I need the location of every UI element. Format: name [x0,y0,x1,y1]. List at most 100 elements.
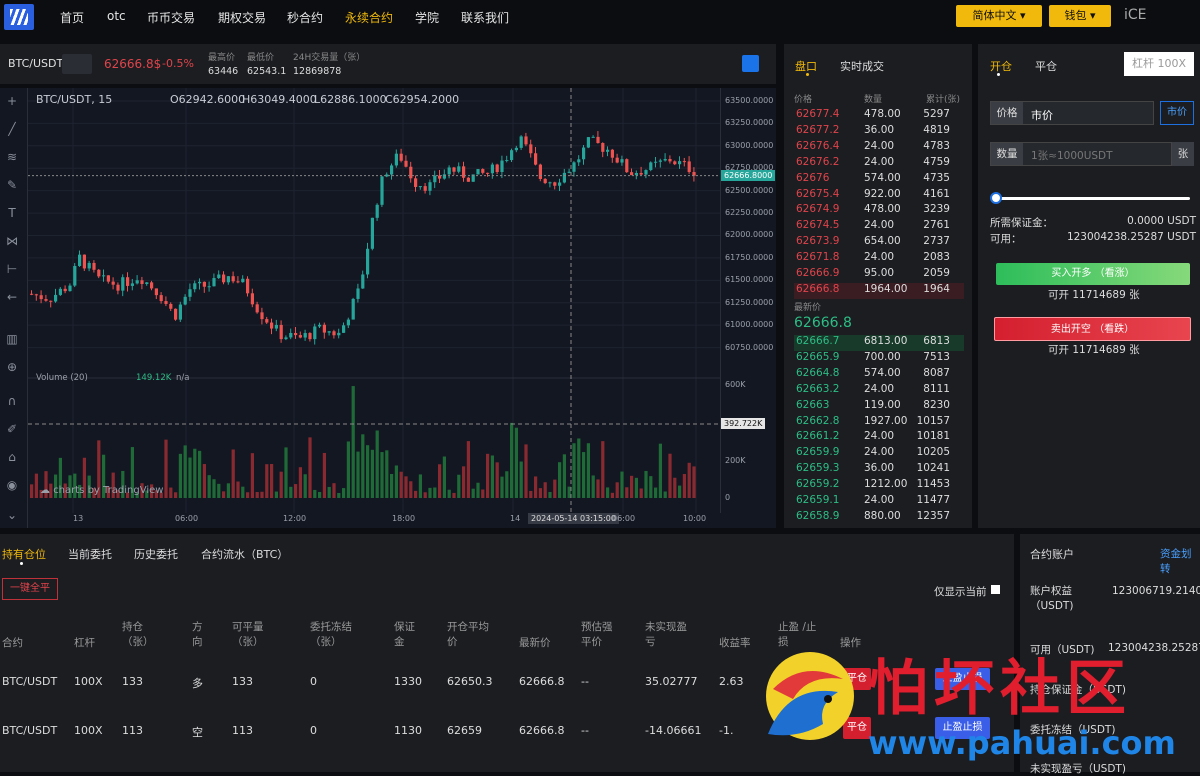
candle-body [255,304,259,313]
logo[interactable] [4,4,34,30]
tp-sl-button[interactable]: 止盈止损 [935,717,990,739]
ruler-icon[interactable]: ▥ [3,332,21,346]
price-chart[interactable]: BTC/USDT, 15 O62942.6000 H63049.4000 L62… [28,88,720,513]
pattern-icon[interactable]: ⋈ [3,234,21,248]
orderbook-row[interactable]: 62673.9 654.00 2737 [784,235,964,251]
tab-positions[interactable]: 持有仓位 [2,546,46,562]
orderbook-row[interactable]: 62674.9 478.00 3239 [784,203,964,219]
close-position-button[interactable]: 平仓 [843,668,871,690]
orderbook-qty: 922.00 [864,187,901,200]
crosshair-icon[interactable]: + [3,94,21,108]
orderbook-row[interactable]: 62666.9 95.00 2059 [784,267,964,283]
orderbook-row[interactable]: 62659.1 24.00 11477 [784,494,964,510]
back-icon[interactable]: ← [3,290,21,304]
positions-cell: 113 [232,724,253,737]
tab-close[interactable]: 平仓 [1035,58,1057,74]
nav-home[interactable]: 首页 [60,9,84,26]
transfer-link[interactable]: 资金划转 [1160,546,1200,576]
candle-body [351,298,355,320]
tab-orderbook[interactable]: 盘口 [795,58,817,74]
eye-icon[interactable]: ◉ [3,478,21,492]
orderbook-row[interactable]: 62674.5 24.00 2761 [784,219,964,235]
orderbook-row[interactable]: 62659.3 36.00 10241 [784,462,964,478]
fullscreen-icon[interactable] [742,55,759,72]
orderbook-row[interactable]: 62663.2 24.00 8111 [784,383,964,399]
orderbook-row[interactable]: 62675.4 922.00 4161 [784,188,964,204]
volume-bar [586,443,590,498]
orderbook-row[interactable]: 62676.2 24.00 4759 [784,156,964,172]
last-price: 62666.8 [794,315,852,331]
brush-icon[interactable]: ✎ [3,178,21,192]
orderbook-row[interactable]: 62676 574.00 4735 [784,172,964,188]
volume-bar [596,479,600,498]
orderbook-row[interactable]: 62659.2 1212.00 11453 [784,478,964,494]
close-position-button[interactable]: 平仓 [843,717,871,739]
orderbook-row[interactable]: 62676.4 24.00 4783 [784,140,964,156]
volume-bar [519,461,523,498]
tab-contract-ledger[interactable]: 合约流水（BTC） [201,546,288,562]
buy-long-button[interactable]: 买入开多 （看涨） [996,263,1190,285]
orderbook-row[interactable]: 62665.9 700.00 7513 [784,351,964,367]
nav-spot[interactable]: 币币交易 [147,9,195,26]
positions-cell: 2.63 [719,675,744,688]
orderbook-price: 62664.8 [796,366,840,379]
nav-perpetual[interactable]: 永续合约 [345,9,393,26]
price-axis[interactable]: 63500.0000 63250.0000 63000.0000 62750.0000… [720,88,776,513]
nav-options[interactable]: 期权交易 [218,9,266,26]
close-all-button[interactable]: 一键全平 [2,578,58,600]
zoom-icon[interactable]: ⊕ [3,360,21,374]
candle-body [246,278,250,294]
time-tick: 14 [510,514,521,523]
text-icon[interactable]: T [3,206,21,220]
tab-open-orders[interactable]: 当前委托 [68,546,112,562]
quantity-slider[interactable] [996,197,1190,200]
quantity-field[interactable]: 数量 1张≈1000USDT [990,142,1172,166]
tab-open[interactable]: 开仓 [990,58,1012,74]
symbol-select-button[interactable] [62,54,92,74]
orderbook-row[interactable]: 62671.8 24.00 2083 [784,251,964,267]
nav-second-contract[interactable]: 秒合约 [287,9,323,26]
trendline-icon[interactable]: ╱ [3,122,21,136]
market-price-button[interactable]: 市价 [1160,101,1194,125]
ticker-symbol[interactable]: BTC/USDT [8,57,63,70]
orderbook-row[interactable]: 62666.7 6813.00 6813 [784,335,964,351]
orderbook-row[interactable]: 62659.9 24.00 10205 [784,446,964,462]
tab-order-history[interactable]: 历史委托 [134,546,178,562]
orderbook-row[interactable]: 62662.8 1927.00 10157 [784,415,964,431]
collapse-icon[interactable]: ⌄ [3,508,21,522]
user-name[interactable]: iCE [1124,7,1147,23]
orderbook-price: 62666.7 [796,335,840,347]
orderbook-row[interactable]: 62658.9 880.00 12357 [784,510,964,526]
orderbook-row[interactable]: 62666.8 1964.00 1964 [784,282,964,299]
candle-body [178,304,182,320]
tp-sl-button[interactable]: 止盈止损 [935,668,990,690]
orderbook-row[interactable]: 62663 119.00 8230 [784,399,964,415]
nav-academy[interactable]: 学院 [415,9,439,26]
language-button[interactable]: 简体中文 ▾ [956,5,1042,27]
time-axis[interactable]: 2024-05-14 03:15:00 13 06:00 12:00 18:00 14 0… [28,513,776,528]
price-tick: 61250.0000 [725,297,774,307]
wallet-button[interactable]: 钱包 ▾ [1049,5,1111,27]
chart-canvas[interactable] [28,88,720,513]
price-field[interactable]: 价格 市价 [990,101,1154,125]
nav-contact[interactable]: 联系我们 [461,9,509,26]
sell-short-button[interactable]: 卖出开空 （看跌） [994,317,1191,341]
orderbook-row[interactable]: 62677.4 478.00 5297 [784,108,964,124]
orderbook-row[interactable]: 62677.2 36.00 4819 [784,124,964,140]
orderbook-row[interactable]: 62664.8 574.00 8087 [784,367,964,383]
leverage-select[interactable]: 杠杆 100X [1124,52,1194,76]
lock-pen-icon[interactable]: ✐ [3,422,21,436]
price-tick: 62500.0000 [725,185,774,195]
nav-otc[interactable]: otc [107,9,126,23]
magnet-icon[interactable]: ∩ [3,394,21,408]
lock-icon[interactable]: ⌂ [3,450,21,464]
orderbook-total: 2761 [923,219,950,232]
tab-trades[interactable]: 实时成交 [840,58,884,74]
time-tick: 06:00 [175,514,199,523]
fib-icon[interactable]: ≋ [3,150,21,164]
orderbook-row[interactable]: 62661.2 24.00 10181 [784,430,964,446]
measure-icon[interactable]: ⊢ [3,262,21,276]
slider-handle[interactable] [990,192,1002,204]
margin-value: 0.0000 USDT [1127,215,1196,227]
only-current-checkbox[interactable] [991,585,1000,594]
